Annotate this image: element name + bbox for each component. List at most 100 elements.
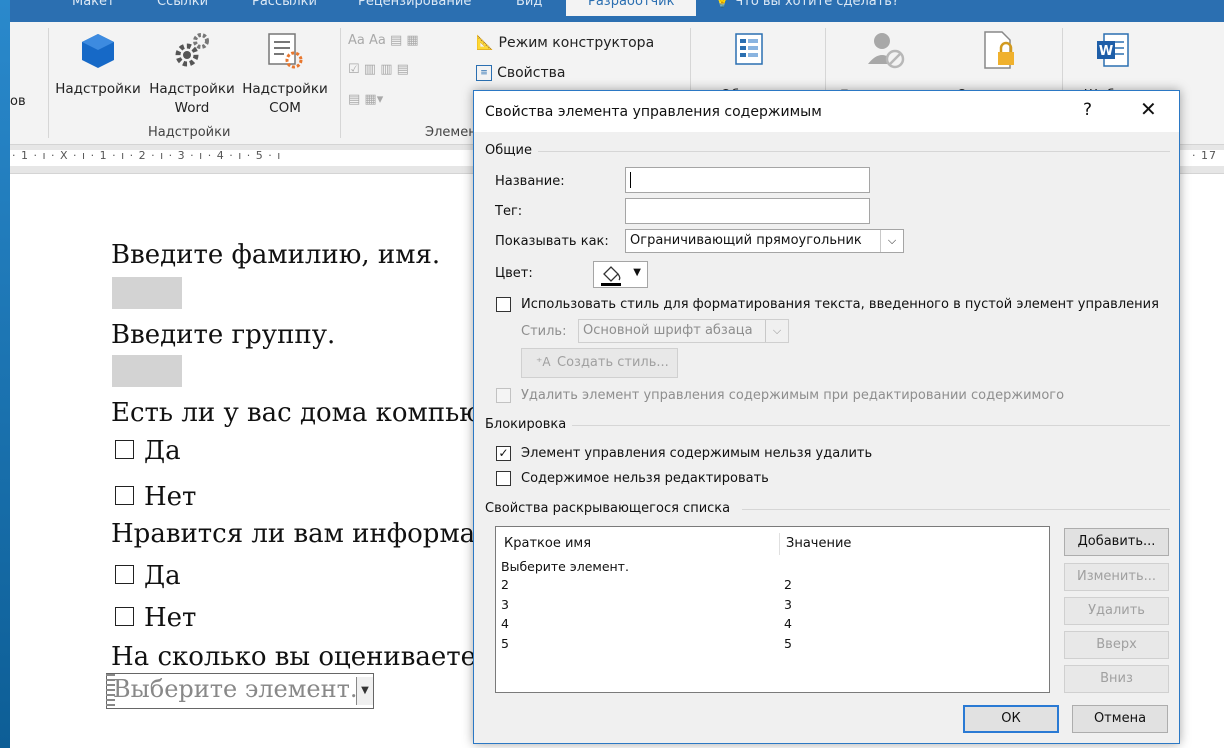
ruler-marks-right: · 17: [1192, 149, 1217, 162]
tag-input[interactable]: [625, 198, 870, 224]
gears-icon: [175, 33, 209, 67]
option-label: Да: [144, 561, 181, 591]
tab-references[interactable]: Ссылки: [157, 0, 208, 9]
color-dropdown-arrow-icon[interactable]: ▼: [633, 267, 641, 278]
tab-view[interactable]: Вид: [516, 0, 542, 9]
option-label: Нет: [144, 482, 197, 512]
color-label: Цвет:: [495, 266, 533, 281]
desktop-edge: [0, 0, 10, 748]
style-select[interactable]: Основной шрифт абзаца ⌵: [578, 319, 789, 343]
word-addins-label: Надстройки Word: [149, 81, 235, 116]
new-style-icon: ⁺A: [536, 355, 551, 369]
color-picker-button[interactable]: ▼: [593, 261, 648, 288]
tell-me-search[interactable]: 💡 Что вы хотите сделать?: [714, 0, 899, 9]
item-name: 5: [501, 636, 509, 651]
name-content-control[interactable]: [112, 277, 182, 309]
help-button[interactable]: ?: [1083, 100, 1092, 120]
design-mode-button[interactable]: 📐 Режим конструктора: [476, 32, 654, 51]
ribbon-separator: [48, 28, 49, 138]
ok-button[interactable]: ОК: [963, 705, 1059, 733]
item-value: 5: [784, 636, 792, 651]
group-controls-label: Элемен: [425, 125, 477, 140]
add-item-button[interactable]: Добавить...: [1064, 528, 1169, 556]
dialog-title: Свойства элемента управления содержимым: [485, 104, 822, 120]
xml-mapping-icon: [735, 33, 763, 65]
lock-edit-checkbox[interactable]: [496, 471, 511, 486]
checkbox-control-icons[interactable]: ☑ ▥ ▥ ▤: [348, 62, 409, 77]
informatics-yes-option[interactable]: Да: [115, 561, 181, 591]
name-label: Название:: [495, 174, 565, 189]
remove-on-edit-label: Удалить элемент управления содержимым пр…: [521, 388, 1065, 403]
item-name: Выберите элемент.: [501, 559, 629, 574]
close-icon[interactable]: ✕: [1140, 97, 1157, 121]
move-up-button[interactable]: Вверх: [1064, 631, 1169, 659]
move-down-button[interactable]: Вниз: [1064, 665, 1169, 693]
dropdown-items-list[interactable]: Краткое имя Значение Выберите элемент. 2…: [495, 526, 1050, 693]
column-divider[interactable]: [779, 533, 780, 555]
computer-no-option[interactable]: Нет: [115, 482, 196, 512]
column-header-value[interactable]: Значение: [786, 536, 851, 551]
tab-layout[interactable]: Макет: [72, 0, 115, 9]
checkbox-icon[interactable]: [115, 485, 134, 505]
item-name: 4: [501, 616, 509, 631]
chevron-down-icon[interactable]: ⌵: [880, 230, 903, 252]
style-value: Основной шрифт абзаца: [583, 323, 753, 338]
lock-delete-label: Элемент управления содержимым нельзя уда…: [521, 446, 873, 461]
design-mode-label: Режим конструктора: [498, 35, 655, 51]
group-content-control[interactable]: [112, 355, 182, 387]
partial-group-label: ов: [10, 94, 26, 109]
tab-mailings[interactable]: Рассылки: [252, 0, 317, 9]
show-as-label: Показывать как:: [495, 234, 609, 249]
section-dropdown-properties: Свойства раскрывающегося списка: [485, 501, 731, 516]
option-label: Да: [144, 436, 181, 466]
ribbon-separator: [340, 28, 341, 138]
style-label: Стиль:: [521, 324, 567, 339]
text-cursor: [630, 172, 631, 188]
dialog-title-bar[interactable]: Свойства элемента управления содержимым …: [474, 91, 1179, 132]
use-style-checkbox[interactable]: [496, 297, 511, 312]
com-addins-label: Надстройки COM: [242, 81, 328, 116]
properties-label: Свойства: [497, 65, 566, 81]
create-style-button[interactable]: ⁺A Создать стиль...: [521, 348, 678, 378]
computer-yes-option[interactable]: Да: [115, 436, 181, 466]
com-addins-button[interactable]: Надстройки COM: [238, 28, 332, 118]
addin-box-icon: [82, 34, 114, 68]
paint-bucket-icon: [601, 266, 621, 286]
lock-edit-label: Содержимое нельзя редактировать: [521, 471, 769, 486]
dropdown-arrow-icon[interactable]: ▼: [356, 677, 373, 705]
option-label: Нет: [144, 603, 197, 633]
delete-item-button[interactable]: Удалить: [1064, 597, 1169, 625]
name-input[interactable]: [625, 167, 870, 193]
section-divider: [572, 425, 1170, 426]
legacy-tools-icons[interactable]: ▤ ▦▾: [348, 92, 383, 107]
svg-text:W: W: [1099, 44, 1113, 59]
modify-item-button[interactable]: Изменить...: [1064, 563, 1169, 591]
checkbox-icon[interactable]: [115, 606, 134, 626]
text-control-icons[interactable]: Aa Aa ▤ ▦: [348, 33, 419, 48]
addins-button[interactable]: Надстройки: [54, 28, 142, 118]
use-style-label: Использовать стиль для форматирования те…: [521, 297, 1159, 312]
item-name: 3: [501, 597, 509, 612]
section-divider: [742, 509, 1170, 510]
show-as-select[interactable]: Ограничивающий прямоугольник ⌵: [625, 229, 904, 253]
lock-document-icon: [984, 31, 1014, 69]
properties-button[interactable]: ≡ Свойства: [476, 62, 565, 81]
rating-dropdown-control[interactable]: Выберите элемент. ▼: [106, 673, 374, 709]
informatics-no-option[interactable]: Нет: [115, 603, 196, 633]
tag-label: Тег:: [495, 204, 523, 219]
checkbox-icon[interactable]: [115, 564, 134, 584]
cancel-button[interactable]: Отмена: [1072, 705, 1168, 733]
column-header-name[interactable]: Краткое имя: [504, 536, 591, 551]
remove-on-edit-checkbox[interactable]: [496, 388, 511, 403]
lock-delete-checkbox[interactable]: ✓: [496, 446, 511, 461]
chevron-down-icon[interactable]: ⌵: [765, 320, 788, 342]
properties-icon: ≡: [476, 64, 492, 81]
tab-developer[interactable]: Разработчик: [566, 0, 697, 16]
checkbox-icon[interactable]: [115, 439, 134, 459]
tab-review[interactable]: Рецензирование: [358, 0, 471, 9]
group-addins-label: Надстройки: [148, 125, 231, 140]
block-user-icon: [868, 33, 905, 69]
word-addins-button[interactable]: Надстройки Word: [146, 28, 238, 118]
item-value: 4: [784, 616, 792, 631]
com-addin-icon: [268, 33, 303, 69]
